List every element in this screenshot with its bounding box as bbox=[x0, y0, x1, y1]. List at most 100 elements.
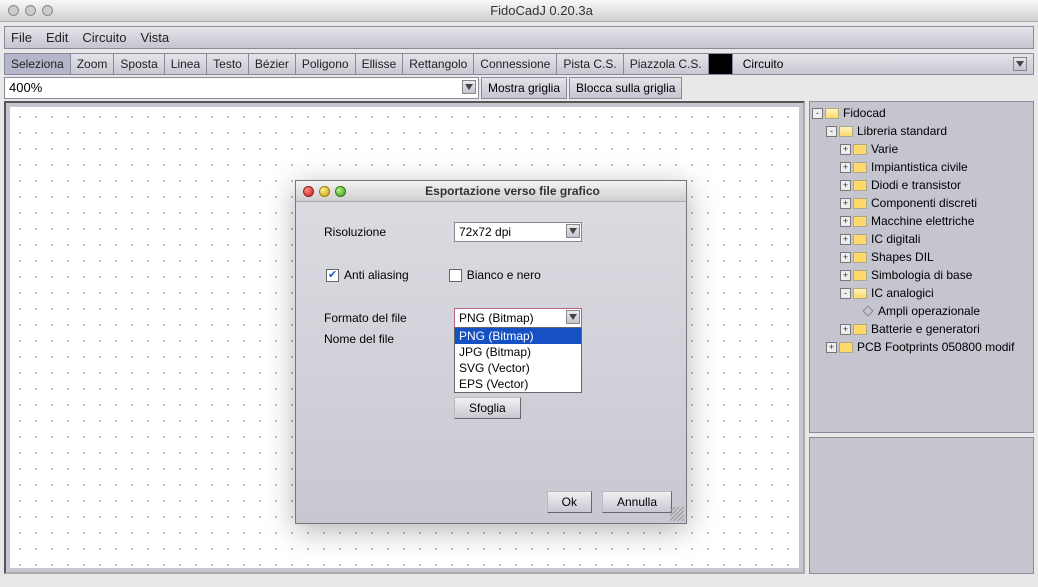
folder-icon bbox=[853, 216, 867, 227]
expand-icon[interactable]: + bbox=[840, 234, 851, 245]
tool-sposta[interactable]: Sposta bbox=[114, 54, 164, 74]
tool-linea[interactable]: Linea bbox=[165, 54, 207, 74]
folder-icon bbox=[853, 144, 867, 155]
tool-bezier[interactable]: Bézier bbox=[249, 54, 296, 74]
tool-testo[interactable]: Testo bbox=[207, 54, 249, 74]
format-option-png[interactable]: PNG (Bitmap) bbox=[455, 328, 581, 344]
folder-icon bbox=[853, 198, 867, 209]
menu-bar: File Edit Circuito Vista bbox=[4, 26, 1034, 49]
color-swatch[interactable] bbox=[709, 54, 733, 74]
expand-icon[interactable]: + bbox=[840, 270, 851, 281]
folder-icon bbox=[839, 342, 853, 353]
expand-icon[interactable]: + bbox=[840, 198, 851, 209]
expand-icon[interactable]: + bbox=[840, 144, 851, 155]
minimize-window-icon[interactable] bbox=[25, 5, 36, 16]
secondary-toolbar: 400% Mostra griglia Blocca sulla griglia bbox=[4, 77, 1034, 99]
expand-icon[interactable]: + bbox=[840, 162, 851, 173]
tree-item-diodi[interactable]: +Diodi e transistor bbox=[812, 176, 1031, 194]
library-tree[interactable]: -Fidocad -Libreria standard +Varie +Impi… bbox=[809, 101, 1034, 433]
tool-connessione[interactable]: Connessione bbox=[474, 54, 557, 74]
format-option-svg[interactable]: SVG (Vector) bbox=[455, 360, 581, 376]
window-titlebar: FidoCadJ 0.20.3a bbox=[0, 0, 1038, 22]
tool-seleziona[interactable]: Seleziona bbox=[5, 54, 71, 74]
tree-item-shapes-dil[interactable]: +Shapes DIL bbox=[812, 248, 1031, 266]
minimize-icon[interactable] bbox=[319, 186, 330, 197]
zoom-window-icon[interactable] bbox=[42, 5, 53, 16]
tool-pista-cs[interactable]: Pista C.S. bbox=[557, 54, 623, 74]
show-grid-button[interactable]: Mostra griglia bbox=[481, 77, 567, 99]
tool-zoom[interactable]: Zoom bbox=[71, 54, 115, 74]
zoom-icon[interactable] bbox=[335, 186, 346, 197]
traffic-lights bbox=[8, 5, 53, 16]
collapse-icon[interactable]: - bbox=[840, 288, 851, 299]
folder-icon bbox=[853, 180, 867, 191]
tool-piazzola-cs[interactable]: Piazzola C.S. bbox=[624, 54, 709, 74]
snap-grid-button[interactable]: Blocca sulla griglia bbox=[569, 77, 682, 99]
tree-leaf-ampli[interactable]: Ampli operazionale bbox=[812, 302, 1031, 320]
chevron-down-icon bbox=[566, 224, 580, 238]
tree-item-componenti[interactable]: +Componenti discreti bbox=[812, 194, 1031, 212]
menu-circuito[interactable]: Circuito bbox=[82, 30, 126, 45]
close-icon[interactable] bbox=[303, 186, 314, 197]
resize-grip-icon[interactable] bbox=[670, 507, 684, 521]
tree-pcb-footprints[interactable]: +PCB Footprints 050800 modif bbox=[812, 338, 1031, 356]
cancel-button[interactable]: Annulla bbox=[602, 491, 672, 513]
component-icon bbox=[862, 305, 873, 316]
folder-icon bbox=[853, 162, 867, 173]
dialog-titlebar[interactable]: Esportazione verso file grafico bbox=[296, 181, 686, 202]
format-option-jpg[interactable]: JPG (Bitmap) bbox=[455, 344, 581, 360]
tree-item-batterie[interactable]: +Batterie e generatori bbox=[812, 320, 1031, 338]
folder-icon bbox=[853, 234, 867, 245]
tool-poligono[interactable]: Poligono bbox=[296, 54, 356, 74]
format-select[interactable]: PNG (Bitmap) bbox=[454, 308, 582, 328]
preview-panel bbox=[809, 437, 1034, 574]
format-dropdown-list: PNG (Bitmap) JPG (Bitmap) SVG (Vector) E… bbox=[454, 327, 582, 393]
folder-icon bbox=[839, 126, 853, 137]
expand-icon[interactable]: + bbox=[840, 180, 851, 191]
layer-dropdown[interactable]: Circuito bbox=[733, 54, 1033, 74]
checkbox-icon bbox=[326, 269, 339, 282]
blackwhite-checkbox[interactable]: Bianco e nero bbox=[449, 268, 541, 282]
menu-edit[interactable]: Edit bbox=[46, 30, 68, 45]
right-panel: -Fidocad -Libreria standard +Varie +Impi… bbox=[809, 101, 1034, 574]
tree-root[interactable]: -Fidocad bbox=[812, 104, 1031, 122]
format-option-eps[interactable]: EPS (Vector) bbox=[455, 376, 581, 392]
resolution-label: Risoluzione bbox=[324, 225, 454, 239]
tree-item-varie[interactable]: +Varie bbox=[812, 140, 1031, 158]
ok-button[interactable]: Ok bbox=[547, 491, 592, 513]
close-window-icon[interactable] bbox=[8, 5, 19, 16]
tool-toolbar: Seleziona Zoom Sposta Linea Testo Bézier… bbox=[4, 53, 1034, 75]
zoom-value: 400% bbox=[9, 80, 42, 95]
tree-libreria-standard[interactable]: -Libreria standard bbox=[812, 122, 1031, 140]
collapse-icon[interactable]: - bbox=[826, 126, 837, 137]
tree-item-ic-digitali[interactable]: +IC digitali bbox=[812, 230, 1031, 248]
browse-button[interactable]: Sfoglia bbox=[454, 397, 521, 419]
antialias-checkbox[interactable]: Anti aliasing bbox=[326, 268, 409, 282]
collapse-icon[interactable]: - bbox=[812, 108, 823, 119]
menu-file[interactable]: File bbox=[11, 30, 32, 45]
layer-dropdown-label: Circuito bbox=[743, 57, 784, 71]
tree-item-impiantistica[interactable]: +Impiantistica civile bbox=[812, 158, 1031, 176]
tool-rettangolo[interactable]: Rettangolo bbox=[403, 54, 474, 74]
expand-icon[interactable]: + bbox=[826, 342, 837, 353]
tool-ellisse[interactable]: Ellisse bbox=[356, 54, 404, 74]
dialog-title: Esportazione verso file grafico bbox=[346, 184, 679, 198]
expand-icon[interactable]: + bbox=[840, 252, 851, 263]
chevron-down-icon bbox=[462, 80, 476, 94]
expand-icon[interactable]: + bbox=[840, 216, 851, 227]
export-dialog: Esportazione verso file grafico Risoluzi… bbox=[295, 180, 687, 524]
folder-icon bbox=[853, 324, 867, 335]
format-label: Formato del file bbox=[324, 311, 454, 325]
expand-icon[interactable]: + bbox=[840, 324, 851, 335]
dialog-traffic-lights bbox=[303, 186, 346, 197]
filename-label: Nome del file bbox=[324, 332, 454, 346]
zoom-input[interactable]: 400% bbox=[4, 77, 479, 99]
tree-item-ic-analogici[interactable]: -IC analogici bbox=[812, 284, 1031, 302]
folder-icon bbox=[853, 288, 867, 299]
menu-vista[interactable]: Vista bbox=[140, 30, 169, 45]
chevron-down-icon bbox=[1013, 57, 1027, 71]
resolution-select[interactable]: 72x72 dpi bbox=[454, 222, 582, 242]
chevron-down-icon bbox=[566, 310, 580, 324]
tree-item-simbologia[interactable]: +Simbologia di base bbox=[812, 266, 1031, 284]
tree-item-macchine[interactable]: +Macchine elettriche bbox=[812, 212, 1031, 230]
